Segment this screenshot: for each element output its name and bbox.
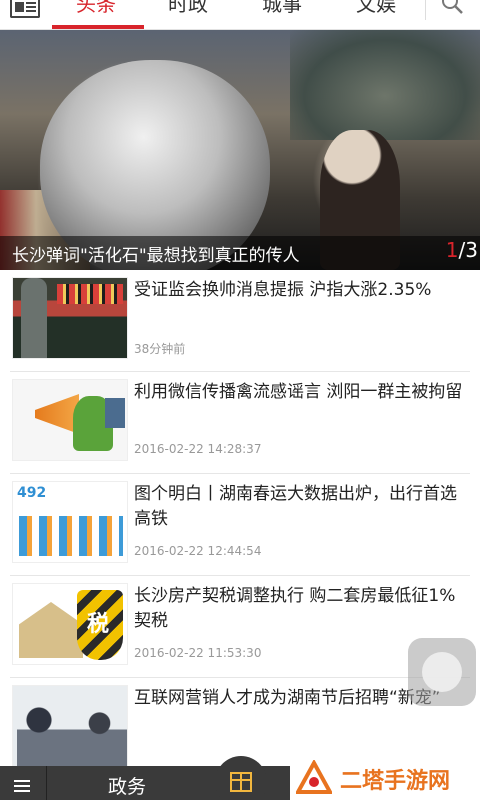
news-item[interactable]: 492 图个明白丨湖南春运大数据出炉，出行首选高铁 2016-02-22 12:… xyxy=(0,474,480,576)
floating-assistive-button[interactable] xyxy=(408,638,476,706)
hero-page-indicator: 1/3 xyxy=(446,238,478,262)
hero-current-page: 1 xyxy=(445,238,459,262)
tab-entertainment[interactable]: 文娱 xyxy=(356,0,396,17)
top-tab-bar: 头条 时政 城事 文娱 xyxy=(0,0,480,30)
tab-headlines[interactable]: 头条 xyxy=(76,0,116,17)
news-item[interactable]: 利用微信传播禽流感谣言 浏阳一群主被拘留 2016-02-22 14:28:37 xyxy=(0,372,480,474)
active-tab-indicator xyxy=(52,25,144,29)
hero-caption[interactable]: 长沙弹词"活化石"最想找到真正的传人 xyxy=(12,241,300,266)
gift-button[interactable] xyxy=(215,756,267,800)
divider xyxy=(46,766,47,800)
news-title: 图个明白丨湖南春运大数据出炉，出行首选高铁 xyxy=(134,484,457,529)
news-thumbnail: 492 xyxy=(12,481,128,563)
thumbnail-number: 492 xyxy=(17,485,47,501)
news-thumbnail: 税 xyxy=(12,583,128,665)
news-time: 2016-02-22 14:28:37 xyxy=(134,442,262,456)
grid-menu-icon[interactable] xyxy=(10,0,40,18)
bottom-section-label[interactable]: 政务 xyxy=(108,772,146,799)
news-thumbnail xyxy=(12,379,128,461)
gift-icon xyxy=(230,772,252,792)
news-time: 2016-02-22 11:53:30 xyxy=(134,646,262,660)
news-title: 利用微信传播禽流感谣言 浏阳一群主被拘留 xyxy=(134,382,463,402)
watermark: 二塔手游网 xyxy=(296,760,480,800)
news-thumbnail xyxy=(12,685,128,767)
news-title: 长沙房产契税调整执行 购二套房最低征1%契税 xyxy=(134,586,456,631)
news-item[interactable]: 受证监会换帅消息提振 沪指大涨2.35% 38分钟前 xyxy=(0,270,480,372)
watermark-text: 二塔手游网 xyxy=(340,769,451,794)
hero-banner[interactable] xyxy=(0,30,480,270)
news-title: 受证监会换帅消息提振 沪指大涨2.35% xyxy=(134,280,432,300)
hero-total-pages: /3 xyxy=(458,238,478,262)
tab-city[interactable]: 城事 xyxy=(262,0,302,17)
thumbnail-tax-glyph: 税 xyxy=(87,612,110,637)
news-time: 2016-02-22 12:44:54 xyxy=(134,544,262,558)
divider xyxy=(425,0,426,20)
search-icon[interactable] xyxy=(441,0,463,14)
news-time: 38分钟前 xyxy=(134,342,186,356)
watermark-logo-icon xyxy=(296,760,332,794)
hamburger-icon[interactable] xyxy=(14,780,30,792)
tab-politics[interactable]: 时政 xyxy=(168,0,208,17)
news-thumbnail xyxy=(12,277,128,359)
